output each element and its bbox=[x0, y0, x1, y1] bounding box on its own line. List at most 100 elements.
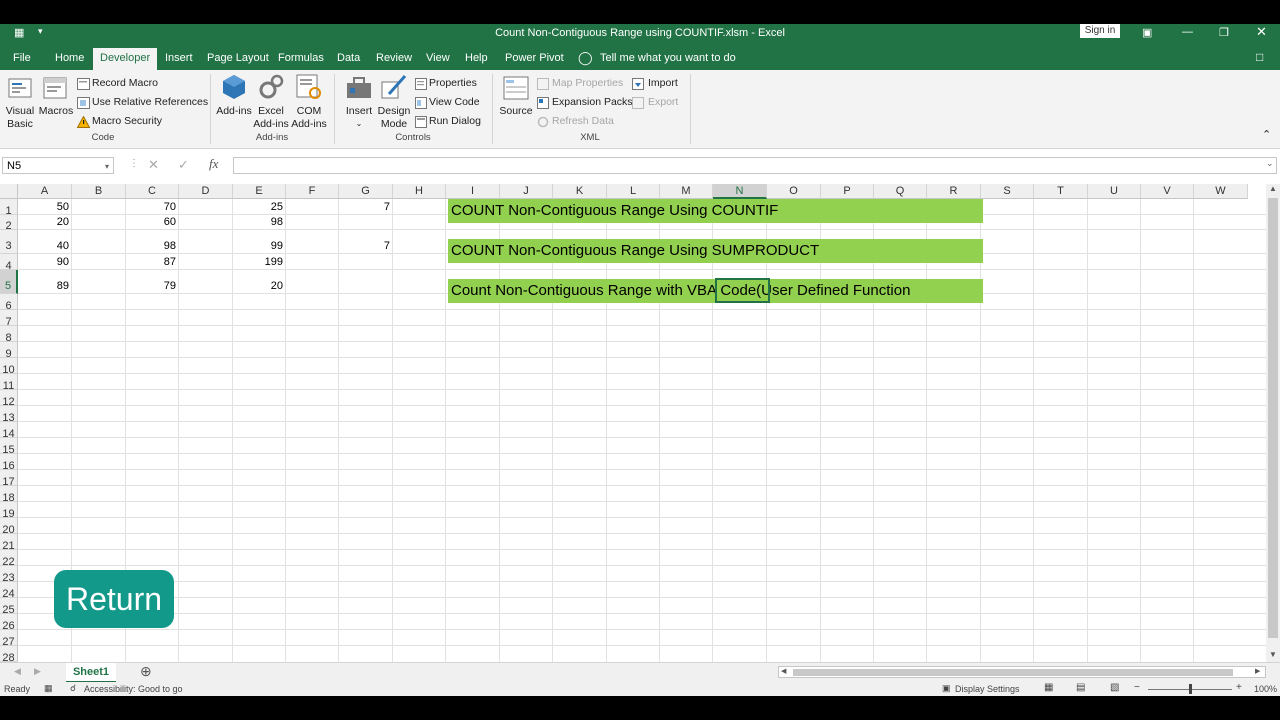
normal-view-icon[interactable]: ▦ bbox=[1044, 682, 1053, 693]
row-header-3[interactable]: 3 bbox=[0, 230, 18, 254]
row-header-24[interactable]: 24 bbox=[0, 582, 18, 600]
row-header-25[interactable]: 25 bbox=[0, 598, 18, 616]
chevron-down-icon[interactable]: ▾ bbox=[105, 158, 109, 175]
cell-C4[interactable]: 87 bbox=[126, 256, 176, 268]
column-header-V[interactable]: V bbox=[1141, 184, 1194, 199]
row-header-7[interactable]: 7 bbox=[0, 310, 18, 328]
column-header-S[interactable]: S bbox=[981, 184, 1034, 199]
row-header-18[interactable]: 18 bbox=[0, 486, 18, 504]
row-header-16[interactable]: 16 bbox=[0, 454, 18, 472]
cell-A1[interactable]: 50 bbox=[19, 201, 69, 213]
cell-C2[interactable]: 60 bbox=[126, 216, 176, 228]
restore-icon[interactable]: ❐ bbox=[1219, 26, 1229, 39]
scroll-down-icon[interactable]: ▼ bbox=[1269, 650, 1277, 659]
worksheet-grid[interactable]: ABCDEFGHIJKLMNOPQRSTUVW 1 2 3 4 5 6 7 8 9 10 11 12 1… bbox=[0, 184, 1266, 662]
row-header-5[interactable]: 5 bbox=[0, 270, 18, 294]
close-icon[interactable]: ✕ bbox=[1256, 24, 1267, 40]
sheet-tab-sheet1[interactable]: Sheet1 bbox=[66, 663, 116, 683]
row-header-19[interactable]: 19 bbox=[0, 502, 18, 520]
zoom-in-icon[interactable]: + bbox=[1236, 682, 1242, 693]
tab-view[interactable]: View bbox=[426, 52, 450, 64]
row-header-21[interactable]: 21 bbox=[0, 534, 18, 552]
tab-help[interactable]: Help bbox=[465, 52, 488, 64]
zoom-out-icon[interactable]: − bbox=[1134, 682, 1140, 693]
cell-A2[interactable]: 20 bbox=[19, 216, 69, 228]
expand-formula-bar-icon[interactable]: ⌄ bbox=[1266, 158, 1274, 169]
scrollbar-thumb[interactable] bbox=[1268, 198, 1278, 638]
row-header-9[interactable]: 9 bbox=[0, 342, 18, 360]
column-header-M[interactable]: M bbox=[660, 184, 713, 199]
row-header-22[interactable]: 22 bbox=[0, 550, 18, 568]
scroll-up-icon[interactable]: ▲ bbox=[1269, 184, 1277, 193]
column-header-I[interactable]: I bbox=[446, 184, 500, 199]
column-header-F[interactable]: F bbox=[286, 184, 339, 199]
vertical-scrollbar[interactable]: ▲ ▼ bbox=[1266, 184, 1280, 662]
row-header-4[interactable]: 4 bbox=[0, 254, 18, 272]
cell-G1[interactable]: 7 bbox=[340, 201, 390, 213]
sign-in-button[interactable]: Sign in bbox=[1080, 24, 1120, 38]
row-header-20[interactable]: 20 bbox=[0, 518, 18, 536]
row-header-14[interactable]: 14 bbox=[0, 422, 18, 440]
scroll-sheets-right-icon[interactable]: ▶ bbox=[34, 666, 41, 677]
macro-recording-icon[interactable]: ▦ bbox=[44, 683, 53, 694]
cell-A4[interactable]: 90 bbox=[19, 256, 69, 268]
cell-E3[interactable]: 99 bbox=[233, 240, 283, 252]
row-header-11[interactable]: 11 bbox=[0, 374, 18, 392]
row-header-26[interactable]: 26 bbox=[0, 614, 18, 632]
row-header-8[interactable]: 8 bbox=[0, 326, 18, 344]
column-header-T[interactable]: T bbox=[1034, 184, 1088, 199]
tab-formulas[interactable]: Formulas bbox=[278, 52, 324, 64]
cell-E1[interactable]: 25 bbox=[233, 201, 283, 213]
row-header-1[interactable]: 1 bbox=[0, 199, 18, 217]
cell-E5[interactable]: 20 bbox=[233, 280, 283, 292]
tab-data[interactable]: Data bbox=[337, 52, 360, 64]
tab-file[interactable]: File bbox=[13, 52, 31, 64]
page-break-view-icon[interactable]: ▧ bbox=[1110, 682, 1119, 693]
row-header-2[interactable]: 2 bbox=[0, 215, 18, 232]
return-button[interactable]: Return bbox=[54, 570, 174, 628]
formula-input[interactable] bbox=[233, 157, 1277, 174]
page-layout-view-icon[interactable]: ▤ bbox=[1076, 682, 1085, 693]
tab-page-layout[interactable]: Page Layout bbox=[207, 52, 269, 64]
cell-C3[interactable]: 98 bbox=[126, 240, 176, 252]
ribbon-display-options-icon[interactable]: ▣ bbox=[1142, 26, 1152, 39]
scroll-sheets-left-icon[interactable]: ◀ bbox=[14, 666, 21, 677]
column-header-K[interactable]: K bbox=[553, 184, 607, 199]
column-header-B[interactable]: B bbox=[72, 184, 126, 199]
scroll-left-icon[interactable]: ◀ bbox=[781, 667, 786, 675]
column-header-G[interactable]: G bbox=[339, 184, 393, 199]
insert-function-icon[interactable]: fx bbox=[209, 156, 218, 172]
horizontal-scrollbar-thumb[interactable] bbox=[793, 669, 1233, 676]
tab-home[interactable]: Home bbox=[55, 52, 84, 64]
new-sheet-icon[interactable]: ⊕ bbox=[140, 663, 152, 680]
name-box[interactable]: N5 ▾ bbox=[2, 157, 114, 174]
display-settings-button[interactable]: Display Settings bbox=[955, 684, 1020, 694]
horizontal-scrollbar[interactable]: ◀ ▶ bbox=[778, 666, 1266, 678]
column-header-C[interactable]: C bbox=[126, 184, 179, 199]
tell-me-search[interactable]: Tell me what you want to do bbox=[600, 52, 736, 64]
accessibility-icon[interactable]: ☌ bbox=[70, 683, 76, 694]
column-header-A[interactable]: A bbox=[18, 184, 72, 199]
column-header-N[interactable]: N bbox=[713, 184, 767, 199]
cell-G3[interactable]: 7 bbox=[340, 240, 390, 252]
minimize-icon[interactable]: — bbox=[1182, 26, 1193, 38]
zoom-level[interactable]: 100% bbox=[1254, 684, 1277, 694]
column-header-U[interactable]: U bbox=[1088, 184, 1141, 199]
select-all-corner[interactable] bbox=[0, 184, 18, 199]
row-header-13[interactable]: 13 bbox=[0, 406, 18, 424]
tab-review[interactable]: Review bbox=[376, 52, 412, 64]
tab-insert[interactable]: Insert bbox=[165, 52, 193, 64]
column-header-Q[interactable]: Q bbox=[874, 184, 927, 199]
cell-A5[interactable]: 89 bbox=[19, 280, 69, 292]
column-header-H[interactable]: H bbox=[393, 184, 446, 199]
row-header-27[interactable]: 27 bbox=[0, 630, 18, 648]
column-header-D[interactable]: D bbox=[179, 184, 233, 199]
zoom-slider-thumb[interactable] bbox=[1189, 684, 1192, 694]
column-header-E[interactable]: E bbox=[233, 184, 286, 199]
scroll-right-icon[interactable]: ▶ bbox=[1255, 667, 1260, 675]
cell-E2[interactable]: 98 bbox=[233, 216, 283, 228]
row-header-28[interactable]: 28 bbox=[0, 646, 18, 662]
enter-icon[interactable]: ✓ bbox=[178, 157, 189, 173]
column-header-R[interactable]: R bbox=[927, 184, 981, 199]
row-header-15[interactable]: 15 bbox=[0, 438, 18, 456]
